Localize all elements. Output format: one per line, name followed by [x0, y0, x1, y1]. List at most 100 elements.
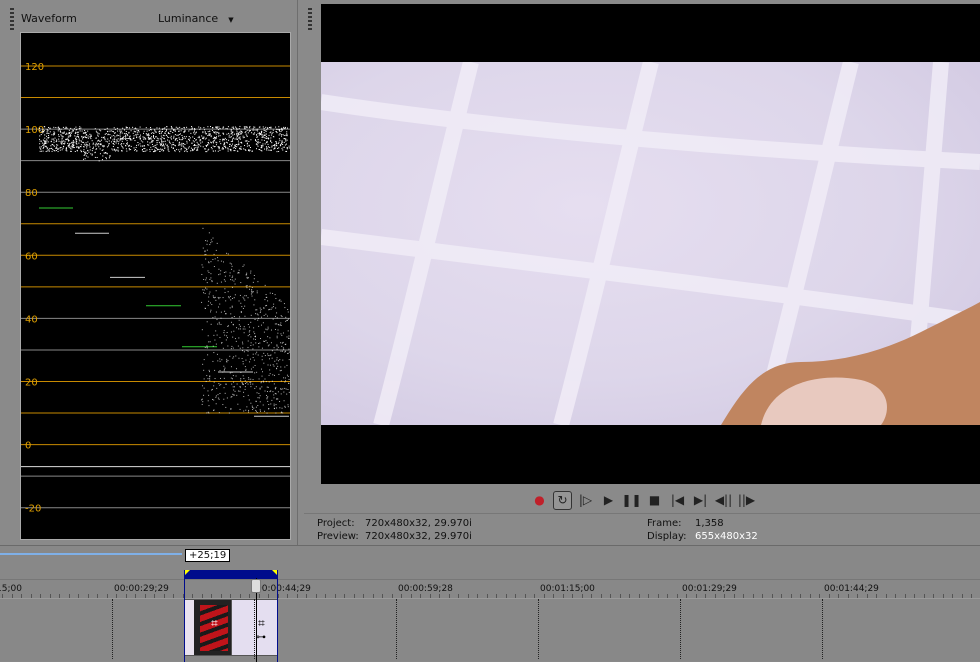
ruler-tick	[914, 594, 915, 598]
ruler-tick	[363, 594, 364, 598]
ruler-tick	[391, 594, 393, 598]
video-clip[interactable]: ⌗	[184, 599, 232, 656]
waveform-panel: Waveform Luminance ▼ 120 100 80 60 40 20 0 -20	[0, 0, 298, 545]
preview-label: Preview:	[317, 531, 359, 542]
ruler-tick	[439, 594, 440, 598]
ruler-tick	[515, 594, 516, 598]
preview-value: 720x480x32, 29.970i	[365, 531, 472, 542]
next-marker-button[interactable]: ||▶	[737, 491, 756, 510]
ruler-tick	[847, 594, 849, 598]
loop-region-bar[interactable]	[184, 570, 278, 579]
ruler-tick	[885, 594, 887, 598]
ruler-tick	[752, 594, 754, 598]
ruler-tick	[40, 594, 41, 598]
record-button[interactable]: ●	[530, 491, 549, 510]
ruler-tick	[923, 594, 925, 598]
ruler-tick	[116, 594, 117, 598]
frame-value: 1,358	[695, 518, 724, 529]
ruler-tick	[496, 594, 497, 598]
ruler-timecode: 00:01:44;29	[824, 584, 879, 594]
prev-marker-button[interactable]: ◀||	[714, 491, 733, 510]
ruler-tick	[296, 594, 298, 598]
grid-line	[396, 599, 397, 659]
ruler-tick	[477, 594, 478, 598]
next-frame-button[interactable]: ▶|	[691, 491, 710, 510]
pause-button[interactable]: ❚❚	[621, 491, 641, 510]
ruler-tick	[125, 594, 127, 598]
ruler-tick	[30, 594, 32, 598]
ruler-tick	[961, 594, 963, 598]
ruler-tick	[78, 594, 79, 598]
display-value: 655x480x32	[695, 531, 758, 542]
ruler-tick	[534, 594, 535, 598]
scale-label: 40	[25, 314, 38, 325]
next-marker-icon: ||▶	[737, 493, 756, 507]
previous-frame-button[interactable]: |◀	[668, 491, 687, 510]
loop-button[interactable]: ↻	[553, 490, 572, 510]
grid-line	[112, 599, 113, 659]
ruler-tick	[971, 594, 972, 598]
ruler-tick	[686, 594, 687, 598]
ruler-tick	[733, 594, 735, 598]
scale-label: 120	[25, 62, 44, 73]
panel-grip[interactable]	[308, 8, 312, 30]
panel-grip[interactable]	[10, 8, 14, 30]
ruler-tick	[876, 594, 877, 598]
luminance-dropdown[interactable]: Luminance ▼	[158, 12, 234, 25]
ruler-tick	[268, 594, 269, 598]
scale-label: 20	[25, 378, 38, 389]
ruler-tick	[306, 594, 307, 598]
ruler-tick	[942, 594, 944, 598]
playhead-handle[interactable]	[251, 579, 261, 593]
ruler-tick	[553, 594, 554, 598]
time-ruler[interactable]: 15;00 00:00:29;29 00:00:44;29 00:00:59;28 00…	[0, 579, 980, 599]
ruler-tick	[87, 594, 89, 598]
grid-line	[822, 599, 823, 659]
video-preview	[321, 4, 980, 484]
ruler-tick	[667, 594, 668, 598]
stop-button[interactable]: ■	[645, 491, 664, 510]
ruler-tick	[192, 594, 193, 598]
previous-frame-icon: |◀	[670, 493, 685, 507]
frame-info: Frame: 1,358 Display: 655x480x32	[647, 517, 758, 543]
play-icon: ▶	[603, 493, 614, 507]
ruler-tick	[258, 594, 260, 598]
play-button[interactable]: ▶	[599, 491, 618, 510]
ruler-tick	[952, 594, 953, 598]
crop-icon[interactable]: ⌗	[258, 616, 265, 631]
ruler-tick	[543, 594, 545, 598]
transport-controls: ● ↻ |▷ ▶ ❚❚ ■ |◀ ▶| ◀|| ||▶	[530, 490, 756, 510]
ruler-tick	[2, 594, 3, 598]
ruler-tick	[420, 594, 421, 598]
ruler-tick	[828, 594, 830, 598]
mode-label: Luminance	[158, 12, 219, 25]
scale-label: -20	[25, 504, 41, 515]
ruler-tick	[220, 594, 222, 598]
ruler-tick	[249, 594, 250, 598]
ruler-tick	[239, 594, 241, 598]
ruler-tick	[705, 594, 706, 598]
ruler-tick	[505, 594, 507, 598]
ruler-tick	[135, 594, 136, 598]
ruler-tick	[467, 594, 469, 598]
loop-end-line	[277, 570, 278, 662]
ruler-tick	[610, 594, 611, 598]
ruler-tick	[781, 594, 782, 598]
timeline[interactable]: +25;19 15;00 00:00:29;29 00:00:44;29 00:00:…	[0, 545, 980, 662]
play-from-start-icon: |▷	[578, 493, 593, 507]
ruler-tick	[933, 594, 934, 598]
crop-icon[interactable]: ⌗	[211, 616, 218, 631]
ruler-tick	[154, 594, 155, 598]
ruler-tick	[49, 594, 51, 598]
ruler-tick	[904, 594, 906, 598]
ruler-tick	[448, 594, 450, 598]
pan-icon[interactable]: ⊶	[256, 632, 266, 643]
ruler-tick	[743, 594, 744, 598]
ruler-tick	[144, 594, 146, 598]
ruler-tick	[21, 594, 22, 598]
play-from-start-button[interactable]: |▷	[576, 491, 595, 510]
ruler-tick	[581, 594, 583, 598]
selection-length-line	[0, 553, 182, 555]
ruler-tick	[344, 594, 345, 598]
loop-icon: ↻	[557, 493, 568, 507]
